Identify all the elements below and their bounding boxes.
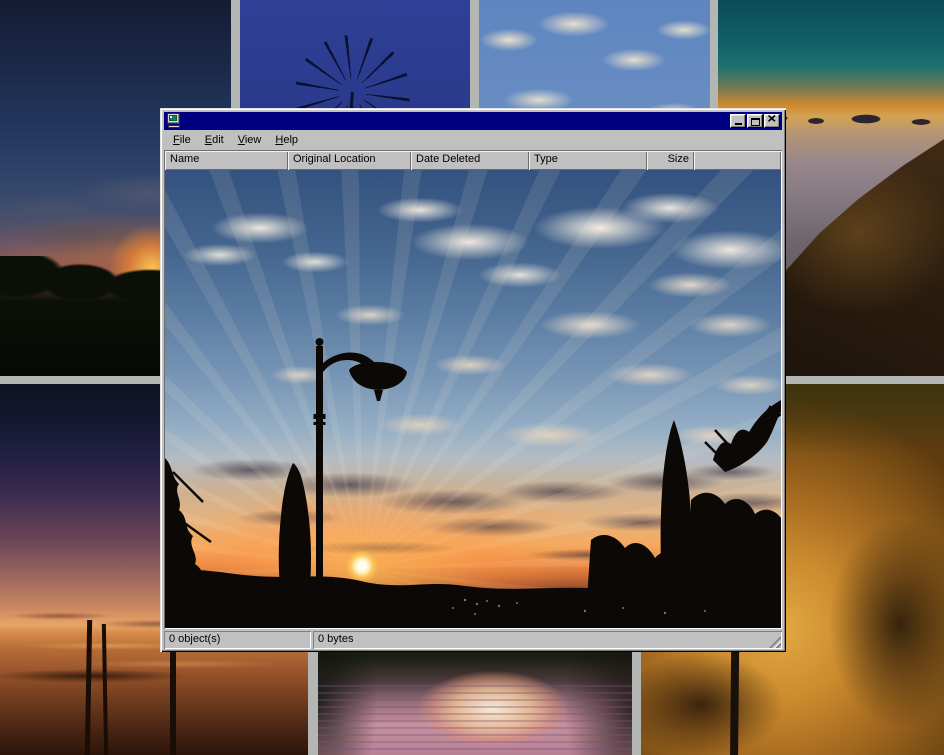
status-size-text: 0 bytes [318,633,353,645]
column-header-empty[interactable] [694,151,781,170]
minimize-button[interactable] [730,114,746,128]
status-bar: 0 object(s) 0 bytes [164,631,782,649]
resize-grip[interactable] [769,636,781,648]
recycle-bin-window: File Edit View Help Name Original Locati… [160,108,786,652]
minimize-icon [735,123,742,125]
column-header-date-deleted[interactable]: Date Deleted [411,151,529,170]
menu-edit[interactable]: Edit [198,132,231,148]
menu-help[interactable]: Help [268,132,305,148]
maximize-button[interactable] [747,114,763,128]
pole-silhouette [85,620,92,755]
menu-bar: File Edit View Help [164,130,782,149]
column-header-name[interactable]: Name [165,151,288,170]
column-header-original-location[interactable]: Original Location [288,151,411,170]
status-object-count: 0 object(s) [164,631,311,649]
titlebar[interactable] [164,112,782,130]
column-header-size[interactable]: Size [647,151,694,170]
blurred-foreground [641,635,791,755]
status-size: 0 bytes [313,631,782,649]
maximize-icon [751,118,760,126]
close-button[interactable] [764,114,780,128]
close-icon [768,110,776,125]
computer-icon [166,113,182,129]
desktop: File Edit View Help Name Original Locati… [0,0,944,755]
silhouettes [165,170,781,628]
sunset-streetlamp-photo[interactable] [165,170,781,628]
column-header-type[interactable]: Type [529,151,647,170]
menu-view[interactable]: View [231,132,269,148]
list-view: Name Original Location Date Deleted Type… [164,150,782,629]
menu-file[interactable]: File [166,132,198,148]
water-ripples [318,685,632,755]
column-headers: Name Original Location Date Deleted Type… [165,151,781,170]
blurred-tree [804,474,944,755]
pole-silhouette [102,624,108,755]
